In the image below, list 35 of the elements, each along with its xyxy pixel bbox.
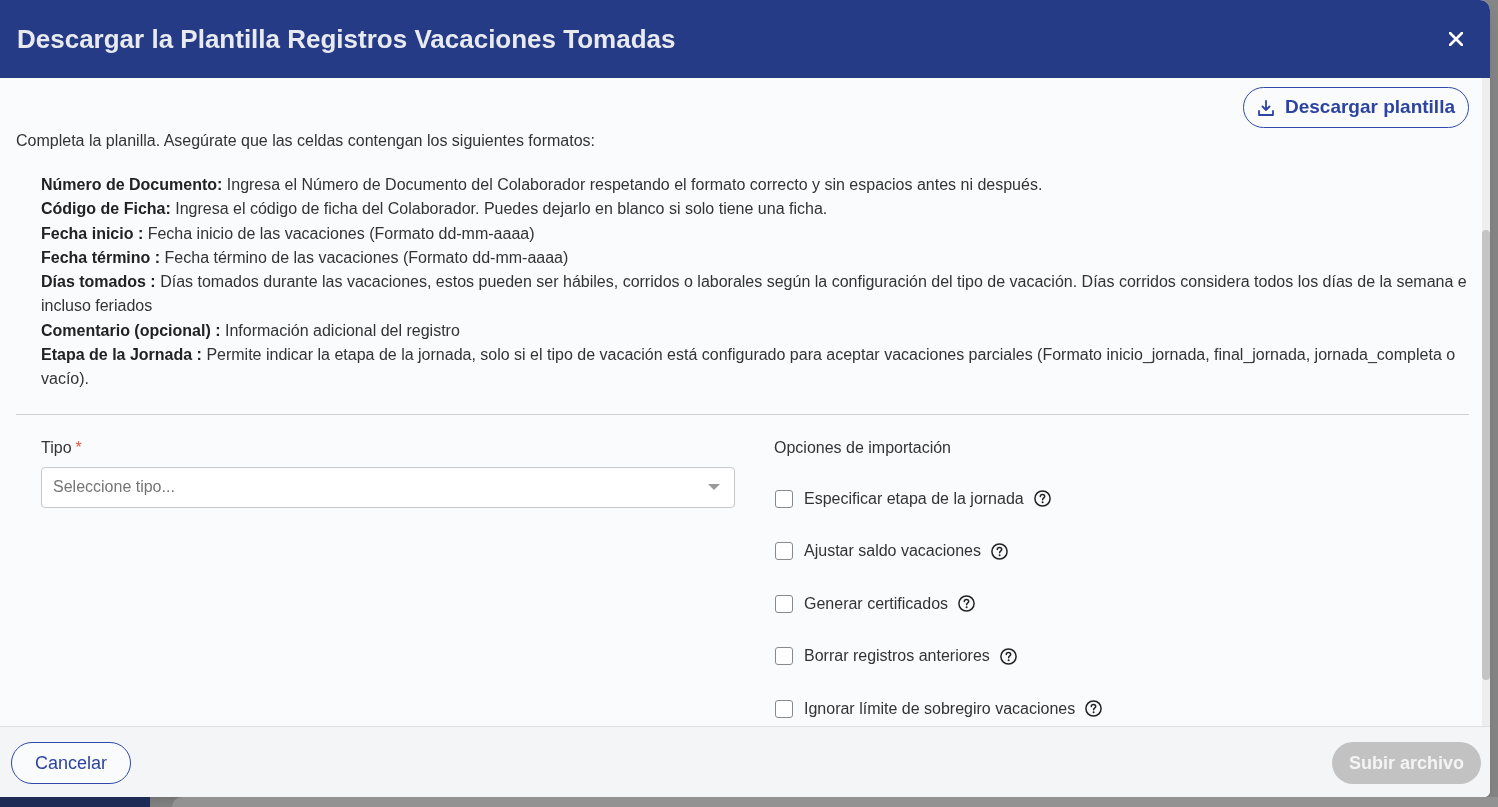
format-description: Días tomados : Días tomados durante las vacaciones, estos pueden ser hábiles, corridos o laborales según la configuración del tipo de vacación. Días corridos considera todos los días de la semana e incluso feriados (41, 272, 1468, 317)
caret-icon (708, 484, 720, 491)
help-icon[interactable] (999, 647, 1017, 665)
format-description: Número de Documento: Ingresa el Número de Documento del Colaborador respetando el formato correcto y sin espacios antes ni después. (41, 175, 1044, 195)
import-options-title: Opciones de importación (774, 437, 952, 458)
format-description: Comentario (opcional) : Información adicional del registro (41, 320, 461, 341)
instructions-text: Completa la planilla. Asegúrate que las celdas contengan los siguientes formatos: (16, 131, 596, 151)
option-label: Ajustar saldo vacaciones (804, 541, 981, 562)
help-icon[interactable] (1085, 700, 1103, 718)
scrollbar[interactable] (1482, 78, 1490, 726)
option-label: Generar certificados (804, 593, 949, 614)
format-description: Fecha término : Fecha término de las vacaciones (Formato dd-mm-aaaa) (41, 247, 570, 268)
cancel-button[interactable]: Cancelar (11, 742, 132, 784)
checkbox[interactable] (775, 542, 793, 561)
option-label: Especificar etapa de la jornada (804, 488, 1024, 509)
format-description: Fecha inicio : Fecha inicio de las vacaciones (Formato dd-mm-aaaa) (41, 223, 536, 244)
download-template-button[interactable]: Descargar plantilla (1242, 87, 1469, 128)
option-label: Ignorar límite de sobregiro vacaciones (804, 698, 1076, 719)
help-icon[interactable] (1033, 490, 1051, 508)
format-description: Etapa de la Jornada : Permite indicar la etapa de la jornada, solo si el tipo de vacación está configurado para aceptar vacaciones parciales (Formato inicio_jornada, final_jornada, jornada_completa o vacío). (41, 345, 1457, 390)
help-icon[interactable] (958, 595, 976, 613)
required-mark: * (75, 437, 82, 458)
close-icon (1449, 32, 1463, 46)
close-button[interactable] (1446, 29, 1466, 49)
type-label: Tipo (41, 437, 72, 458)
format-description: Código de Ficha: Ingresa el código de ficha del Colaborador. Puedes dejarlo en blanco si solo tiene una ficha. (41, 199, 829, 220)
type-select[interactable]: Seleccione tipo... (41, 466, 735, 508)
option-label: Borrar registros anteriores (804, 646, 990, 667)
checkbox[interactable] (775, 489, 793, 508)
checkbox[interactable] (775, 594, 793, 613)
checkbox[interactable] (775, 647, 793, 666)
help-icon[interactable] (991, 542, 1008, 560)
dialog-title: Descargar la Plantilla Registros Vacaciones Tomadas (17, 23, 676, 55)
checkbox[interactable] (775, 699, 793, 718)
download-icon (1256, 98, 1275, 117)
